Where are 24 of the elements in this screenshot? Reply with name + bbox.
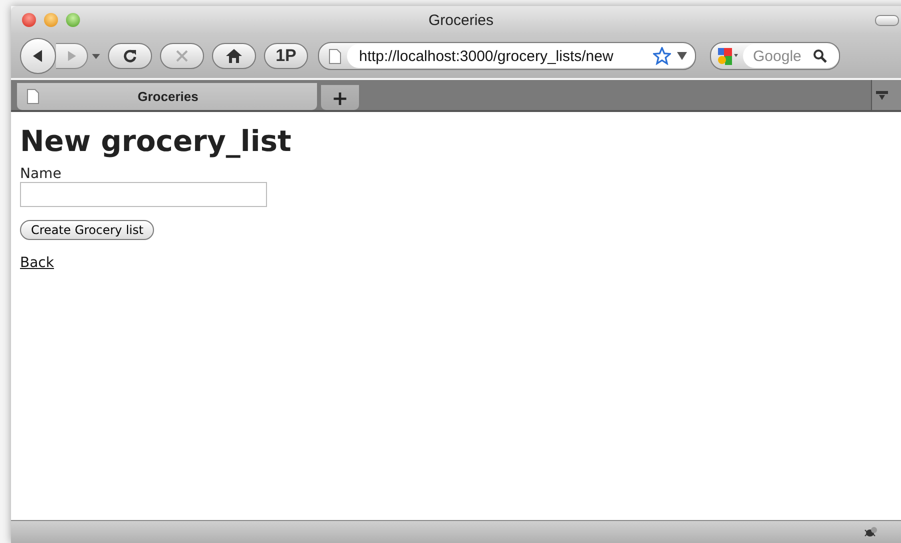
field-label: Name (20, 166, 62, 182)
window-title: Groceries (428, 12, 494, 28)
home-button[interactable] (212, 43, 256, 69)
name-input-field[interactable] (20, 182, 267, 207)
back-icon (31, 49, 45, 63)
toolbar-toggle-button[interactable] (875, 14, 899, 26)
reload-icon (122, 48, 138, 64)
house-icon (226, 49, 242, 63)
history-dropdown-icon[interactable] (92, 54, 100, 58)
back-button[interactable] (20, 38, 56, 74)
page-icon (27, 89, 39, 104)
reload-button[interactable] (108, 43, 152, 69)
close-icon (175, 49, 189, 63)
browser-tab[interactable]: Groceries (17, 83, 317, 110)
forward-icon (66, 50, 78, 62)
stop-button[interactable] (160, 43, 204, 69)
profile-button[interactable]: 1P (264, 43, 308, 69)
bug-icon (863, 526, 879, 538)
new-tab-button[interactable]: + (321, 85, 359, 110)
page-heading: New grocery_list (20, 124, 292, 158)
create-button[interactable]: Create Grocery list (20, 220, 154, 240)
back-link[interactable]: Back (20, 255, 54, 271)
tab-list-icon[interactable] (876, 89, 888, 101)
close-button[interactable] (22, 13, 36, 27)
